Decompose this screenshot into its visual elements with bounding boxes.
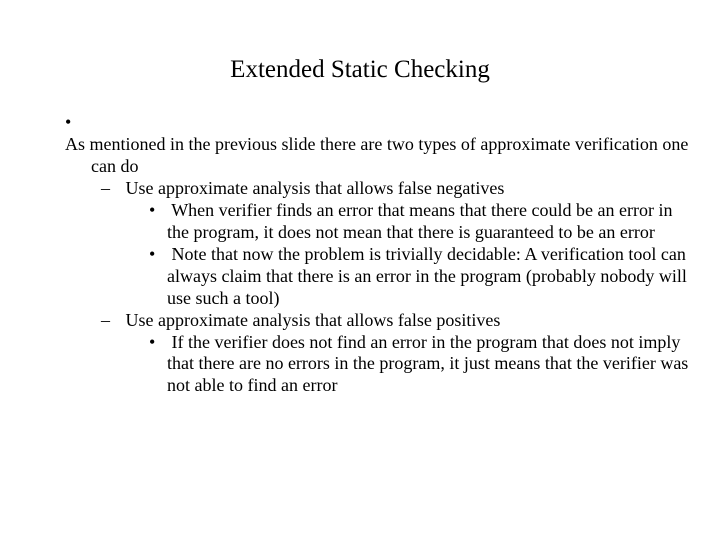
- bullet-list-lvl2: Use approximate analysis that allows fal…: [65, 178, 690, 398]
- bullet-text: When verifier finds an error that means …: [167, 200, 672, 242]
- bullet-text: Use approximate analysis that allows fal…: [126, 310, 501, 330]
- bullet-list-lvl3: When verifier finds an error that means …: [121, 200, 690, 310]
- bullet-text: Note that now the problem is trivially d…: [167, 244, 687, 308]
- list-item: If the verifier does not find an error i…: [149, 332, 690, 398]
- list-item: As mentioned in the previous slide there…: [65, 112, 690, 397]
- bullet-list-lvl1: As mentioned in the previous slide there…: [65, 112, 690, 397]
- bullet-text: If the verifier does not find an error i…: [167, 332, 688, 396]
- bullet-list-lvl3: If the verifier does not find an error i…: [121, 332, 690, 398]
- list-item: Use approximate analysis that allows fal…: [101, 178, 690, 310]
- slide: Extended Static Checking As mentioned in…: [0, 0, 720, 540]
- bullet-text: Use approximate analysis that allows fal…: [126, 178, 505, 198]
- list-item: Use approximate analysis that allows fal…: [101, 310, 690, 398]
- bullet-text: As mentioned in the previous slide there…: [65, 134, 688, 176]
- slide-body: As mentioned in the previous slide there…: [0, 112, 720, 397]
- slide-title: Extended Static Checking: [0, 0, 720, 112]
- list-item: When verifier finds an error that means …: [149, 200, 690, 244]
- list-item: Note that now the problem is trivially d…: [149, 244, 690, 310]
